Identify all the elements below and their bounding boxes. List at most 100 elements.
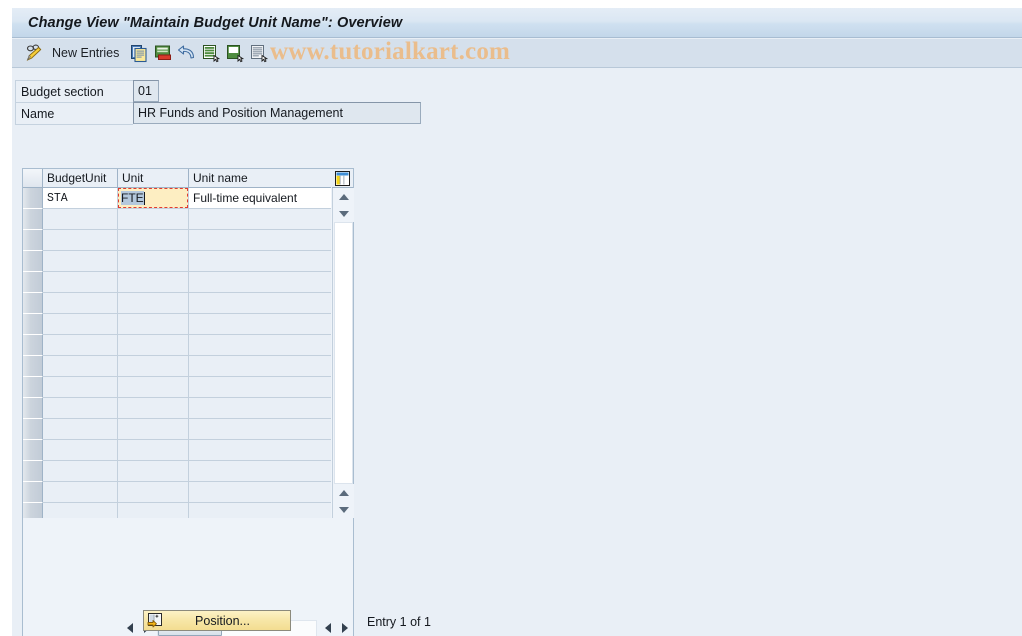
- arrow-up-icon: [338, 193, 349, 200]
- cell-unit-name[interactable]: Full-time equivalent: [189, 188, 331, 209]
- cell-budgetunit[interactable]: [43, 398, 118, 419]
- cell-unit[interactable]: [118, 293, 189, 314]
- row-selector-button[interactable]: [23, 251, 43, 272]
- row-selector-button[interactable]: [23, 461, 43, 482]
- scroll-up-button-bottom[interactable]: [333, 484, 354, 501]
- cell-unit[interactable]: [118, 335, 189, 356]
- cell-budgetunit[interactable]: [43, 440, 118, 461]
- cell-unit-name[interactable]: [189, 503, 331, 518]
- new-entries-button[interactable]: New Entries: [52, 46, 119, 60]
- cell-unit-name[interactable]: [189, 377, 331, 398]
- budget-section-input[interactable]: 01: [133, 80, 159, 102]
- cell-unit[interactable]: [118, 356, 189, 377]
- row-selector-button[interactable]: [23, 314, 43, 335]
- row-selector-button[interactable]: [23, 440, 43, 461]
- table-row: [23, 377, 332, 398]
- cell-unit-name[interactable]: [189, 482, 331, 503]
- cell-budgetunit[interactable]: [43, 230, 118, 251]
- cell-unit-name[interactable]: [189, 335, 331, 356]
- cell-unit[interactable]: [118, 461, 189, 482]
- cell-budgetunit[interactable]: [43, 377, 118, 398]
- row-selector-button[interactable]: [23, 356, 43, 377]
- cell-unit-name[interactable]: [189, 356, 331, 377]
- cell-budgetunit[interactable]: [43, 314, 118, 335]
- row-selector-button[interactable]: [23, 482, 43, 503]
- cell-budgetunit[interactable]: [43, 251, 118, 272]
- row-selector-button[interactable]: [23, 335, 43, 356]
- cell-unit-name[interactable]: [189, 230, 331, 251]
- scroll-down-button-bottom[interactable]: [333, 501, 354, 518]
- row-selector-button[interactable]: [23, 377, 43, 398]
- cell-unit[interactable]: [118, 209, 189, 230]
- cell-unit-name[interactable]: [189, 461, 331, 482]
- table-row: [23, 209, 332, 230]
- cell-unit[interactable]: [118, 272, 189, 293]
- copy-icon[interactable]: [127, 41, 151, 65]
- budget-section-label: Budget section: [15, 80, 133, 103]
- scroll-down-button-top[interactable]: [333, 205, 354, 222]
- cell-unit-name[interactable]: [189, 251, 331, 272]
- cell-budgetunit[interactable]: [43, 293, 118, 314]
- row-selector-button[interactable]: [23, 230, 43, 251]
- cell-unit[interactable]: [118, 377, 189, 398]
- name-input[interactable]: HR Funds and Position Management: [133, 102, 421, 124]
- table-settings-icon[interactable]: [332, 169, 353, 188]
- cell-unit[interactable]: [118, 251, 189, 272]
- row-selector-button[interactable]: [23, 272, 43, 293]
- cell-budgetunit[interactable]: [43, 335, 118, 356]
- row-selector-button[interactable]: [23, 398, 43, 419]
- vertical-scroll-track[interactable]: [334, 222, 353, 484]
- cell-budgetunit[interactable]: STA: [43, 188, 118, 209]
- pencil-glasses-icon[interactable]: [22, 41, 46, 65]
- row-selector-button[interactable]: [23, 209, 43, 230]
- cell-budgetunit[interactable]: [43, 503, 118, 518]
- table-row: [23, 461, 332, 482]
- row-selector-button[interactable]: [23, 419, 43, 440]
- column-header-unit-name[interactable]: Unit name: [189, 169, 331, 188]
- row-selector-button[interactable]: [23, 293, 43, 314]
- column-header-unit[interactable]: Unit: [118, 169, 189, 188]
- cell-budgetunit[interactable]: [43, 419, 118, 440]
- column-header-budgetunit[interactable]: BudgetUnit: [43, 169, 118, 188]
- cell-unit-name[interactable]: [189, 440, 331, 461]
- cell-budgetunit[interactable]: [43, 209, 118, 230]
- cell-unit[interactable]: [118, 419, 189, 440]
- row-selector-button[interactable]: [23, 503, 43, 518]
- table-row: [23, 419, 332, 440]
- cell-budgetunit[interactable]: [43, 356, 118, 377]
- cell-unit[interactable]: [118, 230, 189, 251]
- vertical-scroll-bottom-buttons: [333, 484, 354, 518]
- form-row-name: Name HR Funds and Position Management: [15, 102, 421, 125]
- form-row-budget-section: Budget section 01: [15, 80, 421, 103]
- cell-budgetunit[interactable]: [43, 272, 118, 293]
- table-row: [23, 293, 332, 314]
- table-body: STA FTE Full-time equivalent: [23, 188, 332, 518]
- undo-icon[interactable]: [175, 41, 199, 65]
- footer-bar: Position... Entry 1 of 1: [12, 604, 1022, 636]
- delete-icon[interactable]: [151, 41, 175, 65]
- select-all-rows-button[interactable]: [23, 169, 43, 188]
- cell-budgetunit[interactable]: [43, 461, 118, 482]
- cell-budgetunit[interactable]: [43, 482, 118, 503]
- cell-unit-focused[interactable]: FTE: [118, 188, 189, 209]
- cell-unit-name[interactable]: [189, 314, 331, 335]
- cell-unit-name[interactable]: [189, 293, 331, 314]
- cell-unit-name[interactable]: [189, 398, 331, 419]
- scroll-up-button-top[interactable]: [333, 188, 354, 205]
- cell-unit-name[interactable]: [189, 272, 331, 293]
- text-caret: [143, 191, 145, 205]
- cell-unit[interactable]: [118, 440, 189, 461]
- cell-unit[interactable]: [118, 314, 189, 335]
- cell-unit-name[interactable]: [189, 209, 331, 230]
- position-button[interactable]: Position...: [143, 610, 291, 631]
- select-all-icon[interactable]: [199, 41, 223, 65]
- deselect-all-icon[interactable]: [223, 41, 247, 65]
- cell-unit-name[interactable]: [189, 419, 331, 440]
- table-vertical-scrollbar[interactable]: [332, 188, 354, 518]
- row-selector-button[interactable]: [23, 188, 43, 209]
- select-block-icon[interactable]: [247, 41, 271, 65]
- cell-unit[interactable]: [118, 398, 189, 419]
- arrow-down-icon: [338, 506, 349, 513]
- cell-unit[interactable]: [118, 482, 189, 503]
- cell-unit[interactable]: [118, 503, 189, 518]
